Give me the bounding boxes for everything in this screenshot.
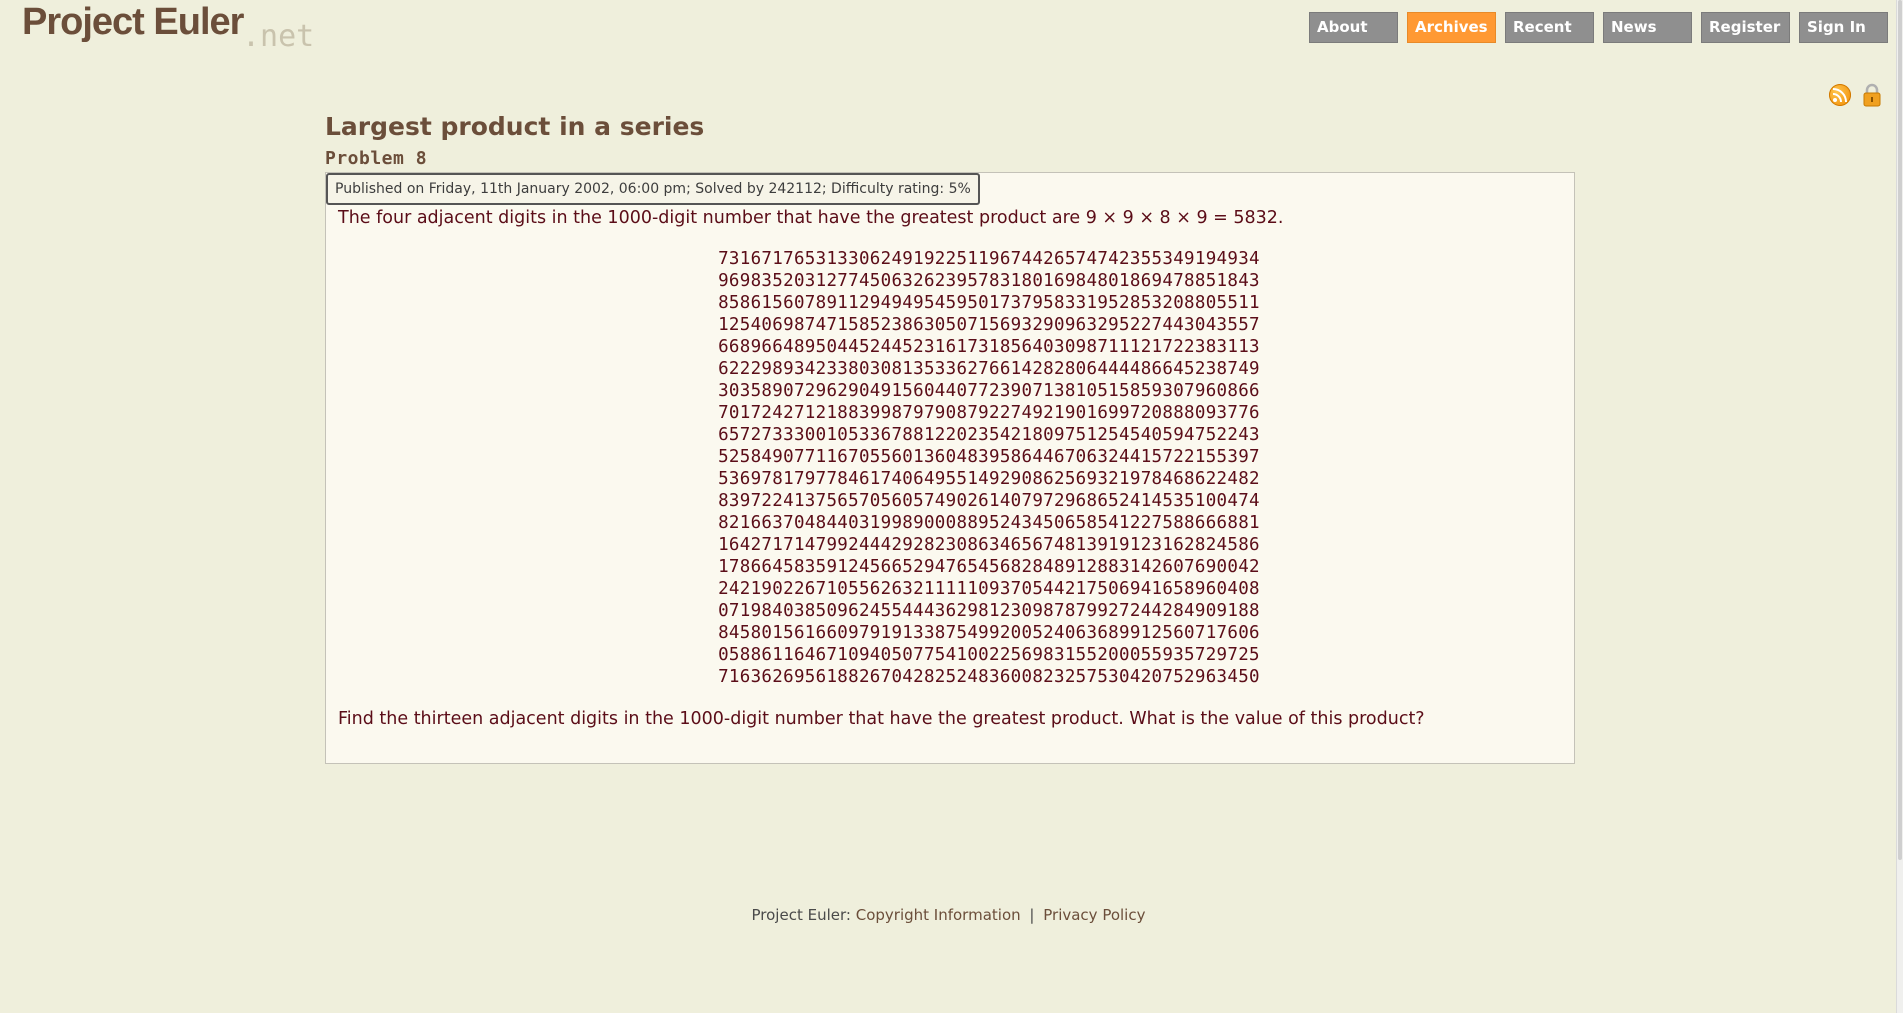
logo-net-text: .net <box>242 19 315 54</box>
privacy-policy-link[interactable]: Privacy Policy <box>1043 906 1145 924</box>
digit-line: 7316717653133062491922511967442657474235… <box>718 249 1260 269</box>
rss-feed-icon[interactable] <box>1829 84 1851 106</box>
digit-line: 3035890729629049156044077239071381051585… <box>718 381 1260 401</box>
nav-register[interactable]: Register <box>1701 12 1790 43</box>
main-nav: About Archives Recent News Register Sign… <box>1309 12 1888 43</box>
nav-about[interactable]: About <box>1309 12 1398 43</box>
problem-title: Largest product in a series <box>325 112 705 141</box>
digit-line: 5369781797784617406495514929086256932197… <box>718 469 1260 489</box>
site-logo[interactable]: Project Euler .net <box>22 0 342 60</box>
problem-number: Problem 8 <box>325 148 428 169</box>
digit-line: 2421902267105562632111110937054421750694… <box>718 579 1260 599</box>
page-scrollbar[interactable] <box>1896 0 1903 1013</box>
digit-line: 8216637048440319989000889524345065854122… <box>718 513 1260 533</box>
digit-line: 6689664895044524452316173185640309871112… <box>718 337 1260 357</box>
problem-content: Largest product in a series Problem 8 Pu… <box>325 108 1575 764</box>
digit-line: 8397224137565705605749026140797296865241… <box>718 491 1260 511</box>
lock-icon[interactable] <box>1862 82 1882 108</box>
copyright-link[interactable]: Copyright Information <box>856 906 1021 924</box>
digit-line: 0719840385096245544436298123098787992724… <box>718 601 1260 621</box>
digit-block: 7316717653133062491922511967442657474235… <box>326 248 1574 688</box>
footer-prefix: Project Euler: <box>751 906 851 924</box>
digit-line: 7017242712188399879790879227492190169972… <box>718 403 1260 423</box>
footer: Project Euler: Copyright Information | P… <box>0 906 1897 924</box>
problem-box: Published on Friday, 11th January 2002, … <box>325 172 1575 764</box>
footer-separator: | <box>1029 906 1035 924</box>
digit-line: 0588611646710940507754100225698315520005… <box>718 645 1260 665</box>
nav-archives[interactable]: Archives <box>1407 12 1496 43</box>
digit-line: 6572733300105336788122023542180975125454… <box>718 425 1260 445</box>
digit-line: 7163626956188267042825248360082325753042… <box>718 667 1260 687</box>
digit-line: 1786645835912456652947654568284891288314… <box>718 557 1260 577</box>
nav-sign-in[interactable]: Sign In <box>1799 12 1888 43</box>
problem-intro: The four adjacent digits in the 1000-dig… <box>338 208 1284 228</box>
digit-line: 9698352031277450632623957831801698480186… <box>718 271 1260 291</box>
digit-line: 8458015616609791913387549920052406368991… <box>718 623 1260 643</box>
scrollbar-thumb[interactable] <box>1898 0 1902 860</box>
problem-info-badge: Published on Friday, 11th January 2002, … <box>326 173 980 205</box>
digit-line: 6222989342338030813533627661428280644448… <box>718 359 1260 379</box>
digit-line: 1642717147992444292823086346567481391912… <box>718 535 1260 555</box>
nav-news[interactable]: News <box>1603 12 1692 43</box>
logo-main-text: Project Euler <box>22 1 244 43</box>
digit-line: 5258490771167055601360483958644670632441… <box>718 447 1260 467</box>
problem-question: Find the thirteen adjacent digits in the… <box>338 709 1425 729</box>
digit-line: 1254069874715852386305071569329096329522… <box>718 315 1260 335</box>
nav-recent[interactable]: Recent <box>1505 12 1594 43</box>
digit-line: 8586156078911294949545950173795833195285… <box>718 293 1260 313</box>
